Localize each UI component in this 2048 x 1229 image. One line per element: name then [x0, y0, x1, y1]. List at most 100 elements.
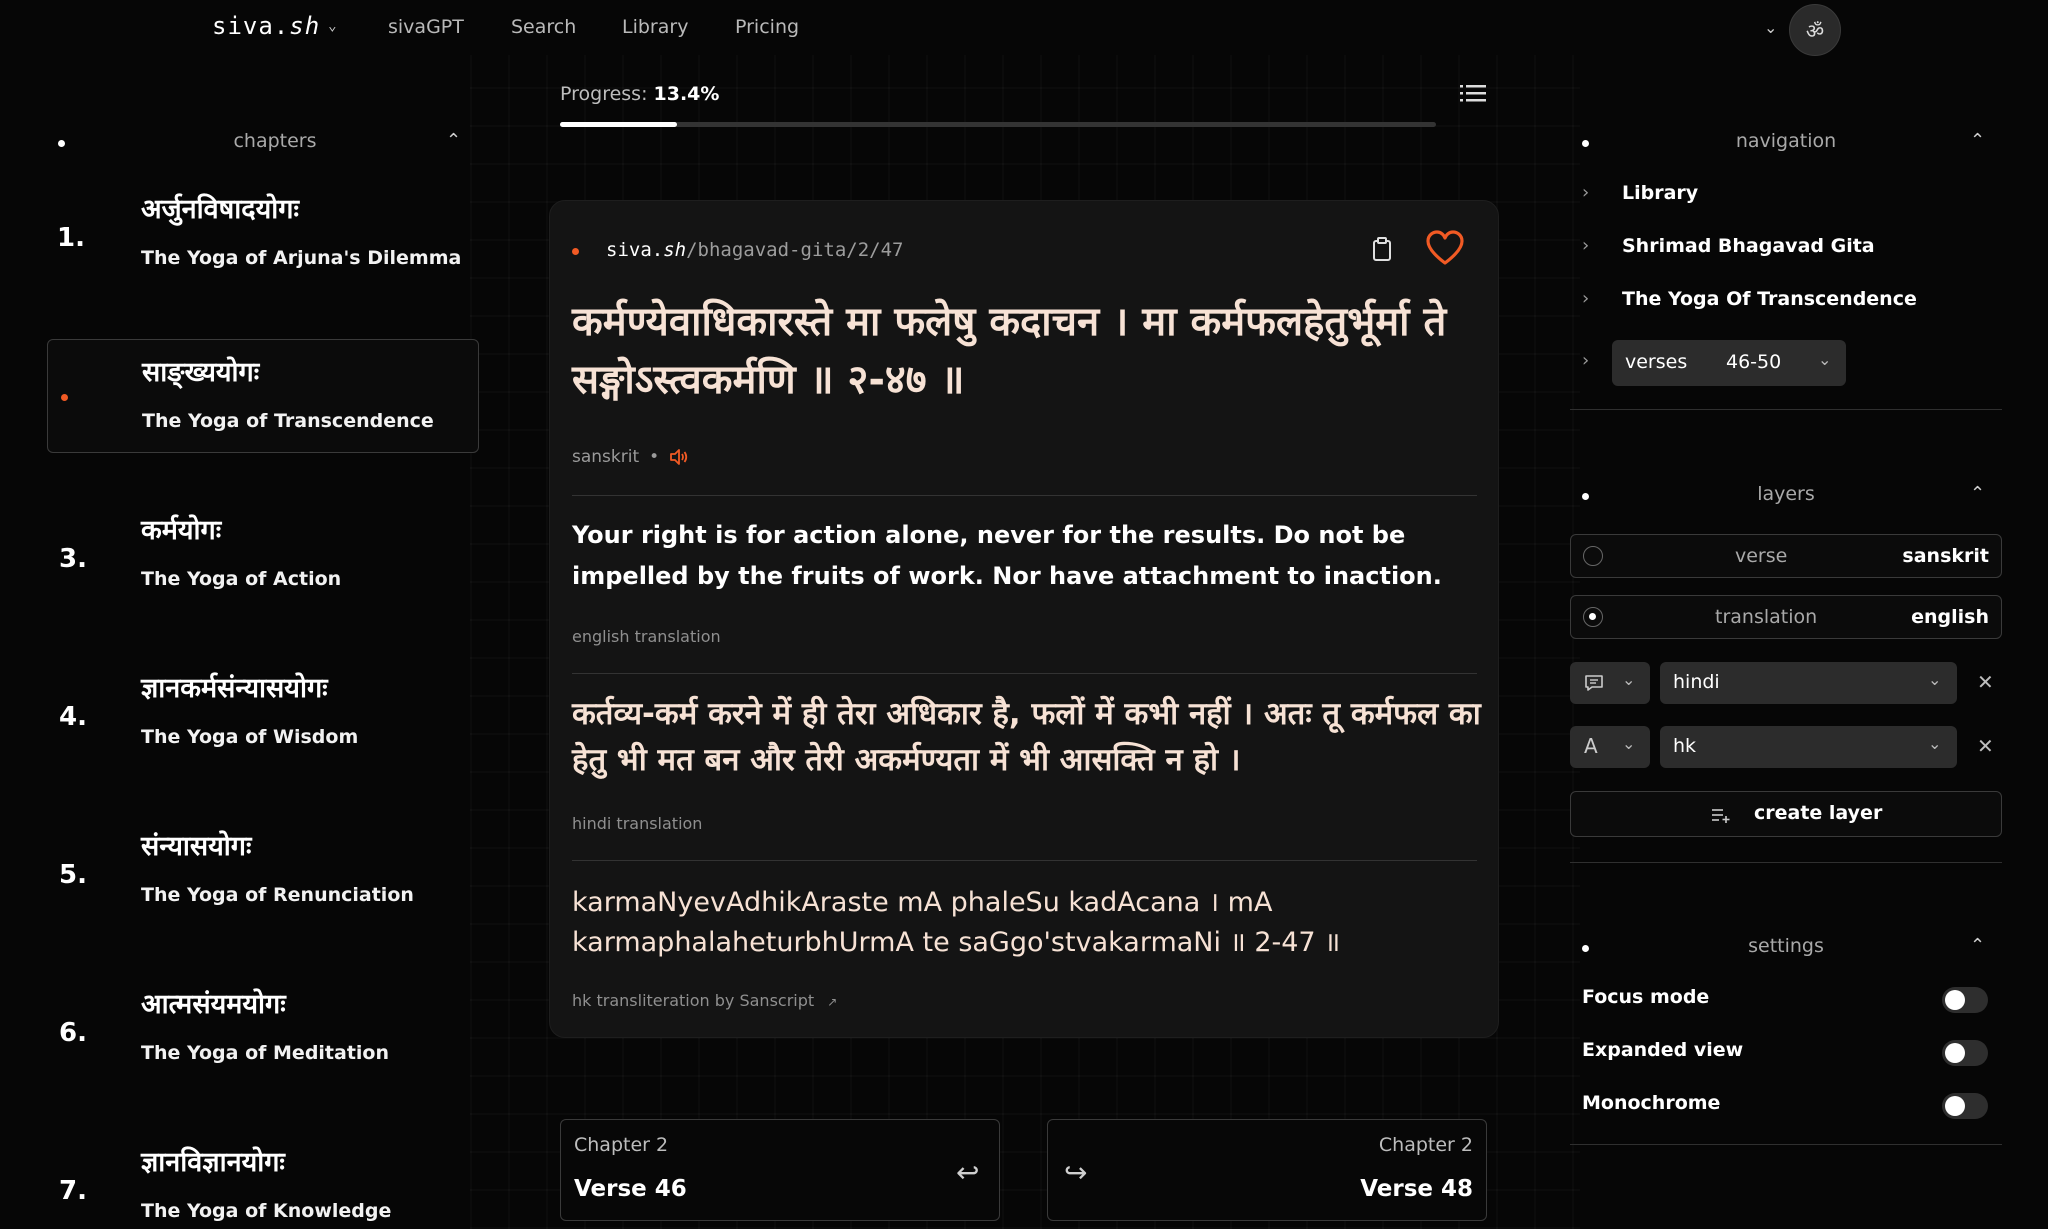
close-icon[interactable]: ✕	[1977, 670, 1994, 694]
settings-title: settings	[1748, 935, 1824, 957]
settings-header[interactable]: settings ⌃	[1570, 925, 2002, 969]
chevron-down-icon: ⌄	[1818, 350, 1832, 369]
layer-type-select[interactable]: A ⌄	[1570, 726, 1650, 768]
chapters-title: chapters	[233, 130, 317, 152]
navigation-header[interactable]: navigation ⌃	[1570, 120, 2002, 164]
hindi-translation: कर्तव्य-कर्म करने में ही तेरा अधिकार है,…	[572, 696, 1481, 778]
focus-mode-label: Focus mode	[1582, 986, 1710, 1008]
crumb-library[interactable]: Library	[1622, 182, 1698, 204]
chapter-number: 4.	[59, 702, 87, 732]
verses-range: 46-50	[1726, 351, 1782, 373]
divider	[572, 495, 1477, 496]
verses-label: verses	[1625, 351, 1688, 373]
chevron-right-icon: ›	[1582, 182, 1590, 203]
chapter-english-title: The Yoga of Renunciation	[141, 884, 414, 906]
crumb-chapter[interactable]: The Yoga Of Transcendence	[1622, 288, 1917, 310]
clipboard-icon[interactable]	[1372, 237, 1392, 261]
chapter-item-5[interactable]: 5. संन्यासयोगः The Yoga of Renunciation	[47, 814, 479, 928]
hk-layer-select[interactable]: hk ⌄	[1660, 726, 1957, 768]
chapter-sanskrit-title: साङ्ख्ययोगः	[142, 357, 260, 388]
chapter-english-title: The Yoga of Meditation	[141, 1042, 390, 1064]
message-icon	[1585, 675, 1603, 691]
english-translation: Your right is for action alone, never fo…	[572, 521, 1442, 590]
nav-library[interactable]: Library	[622, 16, 688, 38]
layer-language: sanskrit	[1902, 545, 1989, 567]
om-button[interactable]: ॐ	[1789, 4, 1841, 56]
nav-pricing[interactable]: Pricing	[735, 16, 799, 38]
divider	[1570, 1144, 2002, 1145]
chapter-sanskrit-title: ज्ञानविज्ञानयोगः	[141, 1147, 285, 1178]
radio-button-selected[interactable]	[1583, 607, 1603, 627]
chapter-english-title: The Yoga of Knowledge	[141, 1200, 392, 1222]
return-arrow-icon: ↩	[956, 1156, 980, 1189]
chapter-item-4[interactable]: 4. ज्ञानकर्मसंन्यासयोगः The Yoga of Wisd…	[47, 656, 479, 770]
chapter-item-7[interactable]: 7. ज्ञानविज्ञानयोगः The Yoga of Knowledg…	[47, 1130, 479, 1229]
layer-type-select[interactable]: ⌄	[1570, 662, 1650, 704]
chapter-number: 1.	[57, 223, 85, 253]
chapter-english-title: The Yoga of Action	[141, 568, 342, 590]
hindi-layer-select[interactable]: hindi ⌄	[1660, 662, 1957, 704]
chevron-right-icon: ›	[1582, 288, 1590, 309]
layer-name: translation	[1715, 606, 1818, 628]
external-link-icon: ↗	[827, 995, 838, 1009]
chevron-up-icon[interactable]: ⌃	[446, 130, 461, 151]
create-layer-button[interactable]: create layer	[1570, 791, 2002, 837]
script-icon: A	[1584, 734, 1598, 758]
english-caption: english translation	[572, 627, 721, 646]
next-verse-button[interactable]: Chapter 2 Verse 48 ↪	[1047, 1119, 1487, 1221]
layers-header[interactable]: layers ⌃	[1570, 473, 2002, 517]
hk-caption[interactable]: hk transliteration by Sanscript ↗	[572, 991, 837, 1010]
chapter-item-2[interactable]: साङ्ख्ययोगः The Yoga of Transcendence	[47, 339, 479, 453]
chevron-down-icon: ⌄	[1928, 734, 1942, 753]
monochrome-toggle[interactable]	[1942, 1093, 1988, 1119]
chevron-up-icon[interactable]: ⌃	[1970, 130, 1985, 151]
next-verse-label: Verse 48	[1360, 1176, 1473, 1202]
divider	[572, 673, 1477, 674]
layer-language: english	[1911, 606, 1989, 628]
chapter-item-6[interactable]: 6. आत्मसंयमयोगः The Yoga of Meditation	[47, 972, 479, 1086]
chapter-english-title: The Yoga of Transcendence	[142, 410, 434, 432]
prev-chapter-label: Chapter 2	[574, 1134, 669, 1156]
progress-value: 13.4%	[653, 83, 720, 105]
chapter-sanskrit-title: संन्यासयोगः	[141, 831, 252, 862]
verse-url[interactable]: siva.sh/bhagavad-gita/2/47	[606, 239, 903, 261]
chapter-item-3[interactable]: 3. कर्मयोगः The Yoga of Action	[47, 498, 479, 612]
verse-card: siva.sh/bhagavad-gita/2/47 कर्मण्येवाधिक…	[549, 200, 1499, 1038]
close-icon[interactable]: ✕	[1977, 734, 1994, 758]
prev-verse-button[interactable]: Chapter 2 Verse 46 ↩	[560, 1119, 1000, 1221]
chapter-english-title: The Yoga of Arjuna's Dilemma	[141, 247, 462, 269]
chevron-down-icon[interactable]: ⌄	[328, 18, 337, 34]
select-value: hindi	[1673, 671, 1720, 693]
chevron-down-icon[interactable]: ⌄	[1764, 18, 1777, 37]
monochrome-label: Monochrome	[1582, 1092, 1721, 1114]
chapters-header[interactable]: chapters ⌃	[40, 120, 480, 164]
chapter-sanskrit-title: अर्जुनविषादयोगः	[141, 194, 299, 225]
navigation-title: navigation	[1735, 130, 1837, 152]
chapter-item-1[interactable]: 1. अर्जुनविषादयोगः The Yoga of Arjuna's …	[47, 177, 479, 291]
nav-sivagpt[interactable]: sivaGPT	[388, 16, 464, 38]
verses-select[interactable]: verses 46-50 ⌄	[1612, 340, 1846, 386]
radio-button[interactable]	[1583, 546, 1603, 566]
crumb-gita[interactable]: Shrimad Bhagavad Gita	[1622, 235, 1875, 257]
layer-row-translation[interactable]: translation english	[1570, 595, 2002, 639]
create-layer-label: create layer	[1754, 802, 1883, 824]
next-chapter-label: Chapter 2	[1378, 1134, 1473, 1156]
list-icon[interactable]	[1460, 83, 1486, 105]
expanded-view-toggle[interactable]	[1942, 1040, 1988, 1066]
chapter-sanskrit-title: ज्ञानकर्मसंन्यासयोगः	[141, 673, 328, 704]
brand-logo[interactable]: siva.sh ⌄	[212, 12, 338, 40]
chevron-up-icon[interactable]: ⌃	[1970, 483, 1985, 504]
focus-mode-toggle[interactable]	[1942, 987, 1988, 1013]
nav-search[interactable]: Search	[511, 16, 576, 38]
chevron-up-icon[interactable]: ⌃	[1970, 935, 1985, 956]
om-icon: ॐ	[1805, 18, 1825, 43]
top-bar: siva.sh ⌄ sivaGPT Search Library Pricing…	[0, 0, 2048, 58]
layer-row-verse[interactable]: verse sanskrit	[1570, 534, 2002, 578]
speaker-icon[interactable]	[669, 448, 689, 466]
heart-icon[interactable]	[1425, 229, 1465, 267]
sanskrit-verse: कर्मण्येवाधिकारस्ते मा फलेषु कदाचन । मा …	[572, 299, 1447, 403]
expanded-view-label: Expanded view	[1582, 1039, 1744, 1061]
chapter-number: 7.	[59, 1176, 87, 1206]
sanskrit-meta: sanskrit •	[572, 447, 689, 467]
chevron-down-icon: ⌄	[1928, 670, 1942, 689]
